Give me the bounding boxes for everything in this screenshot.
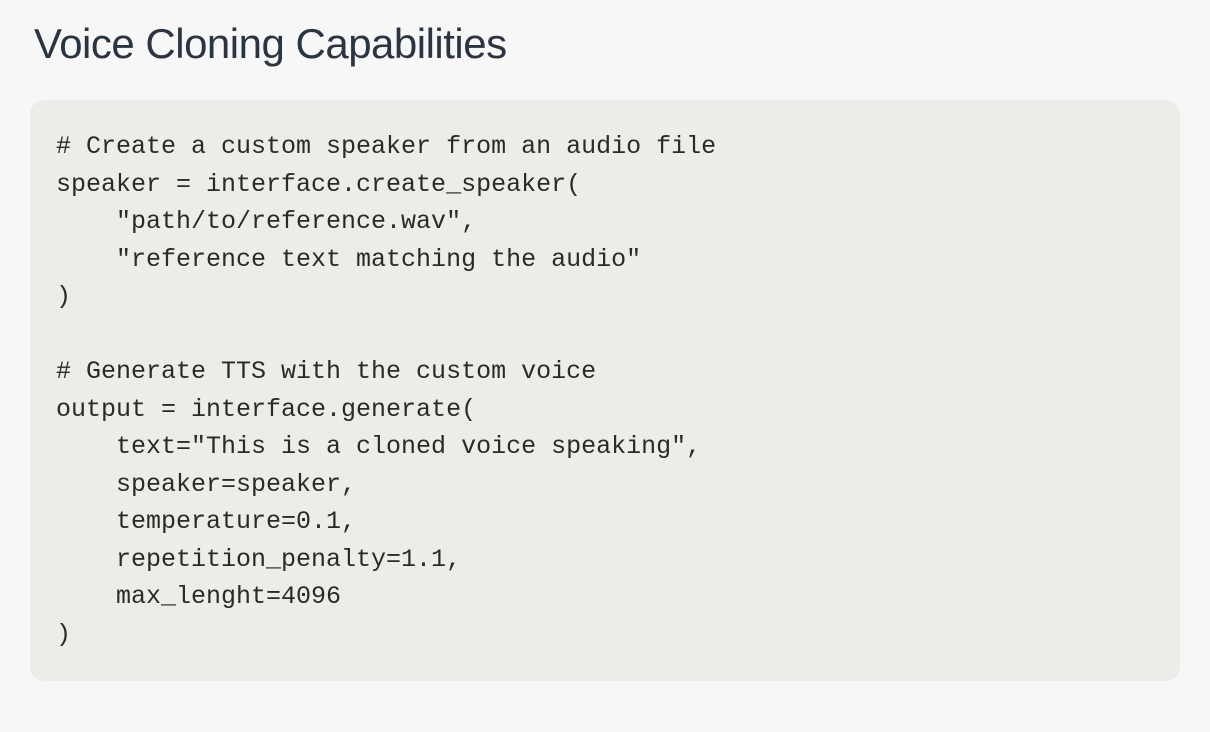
code-block[interactable]: # Create a custom speaker from an audio … [30,100,1180,681]
section-heading: Voice Cloning Capabilities [34,20,1180,68]
content-container: Voice Cloning Capabilities # Create a cu… [0,0,1210,711]
